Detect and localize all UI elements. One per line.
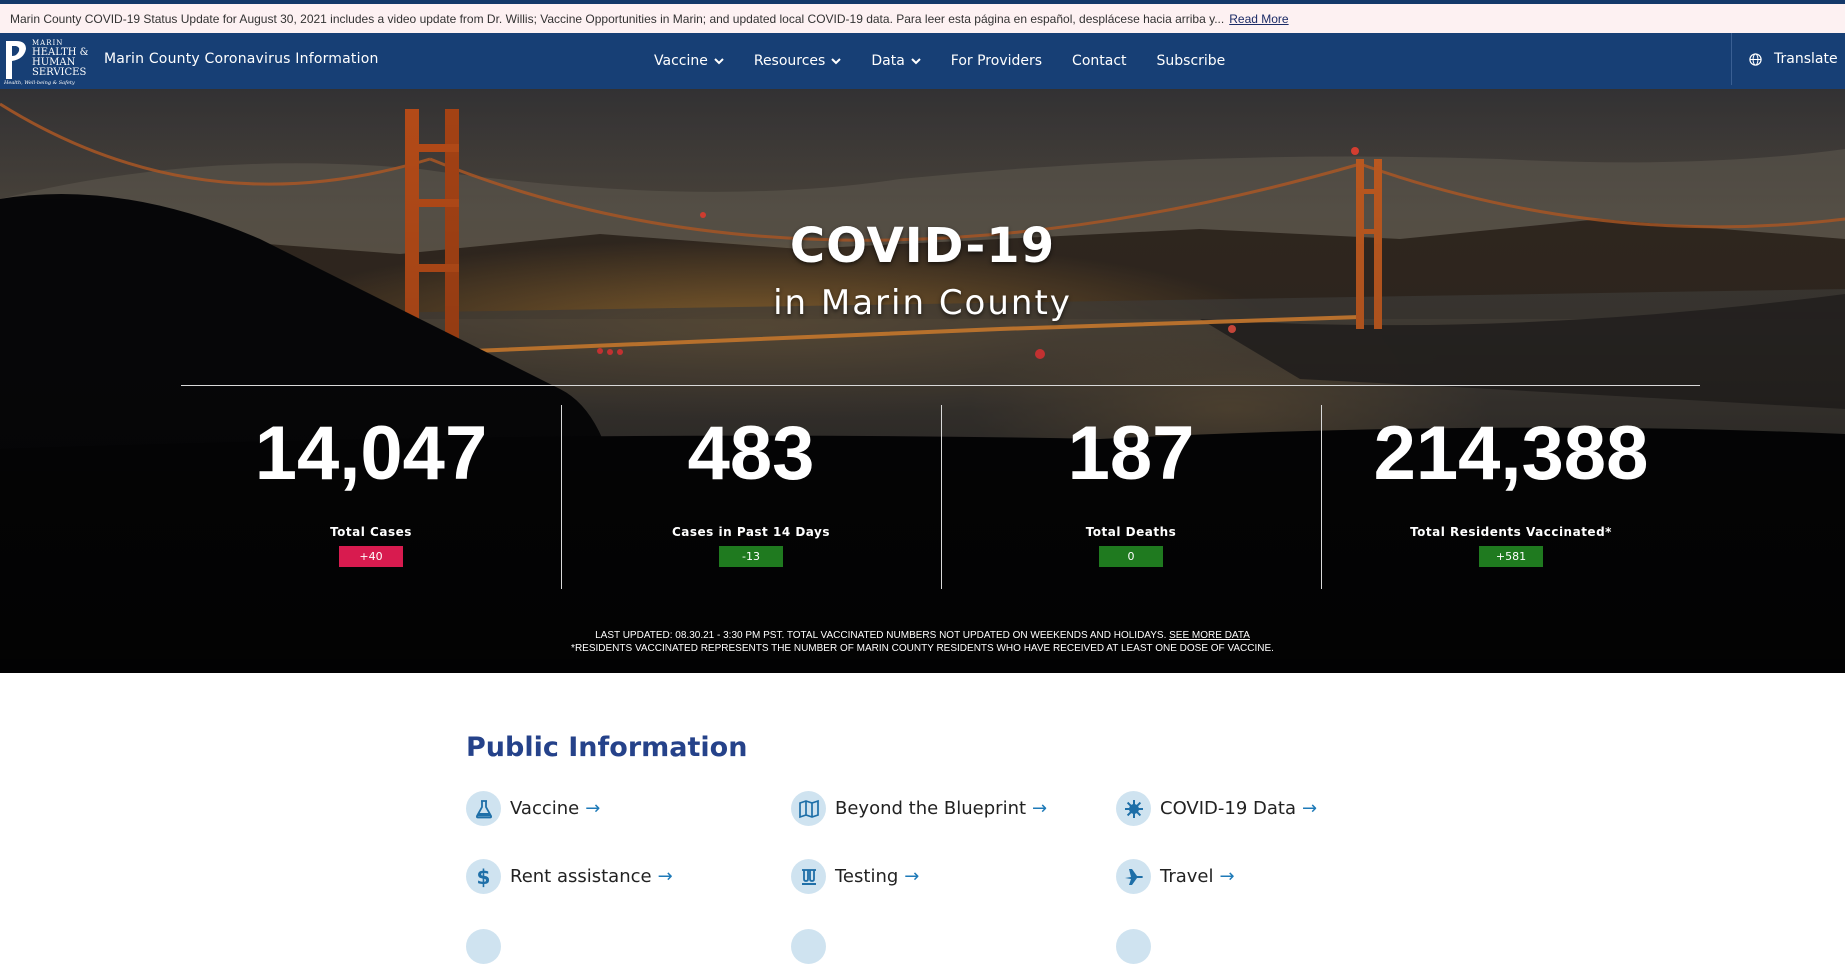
stat-label: Total Deaths: [1085, 525, 1177, 539]
arrow-right-icon: →: [1219, 866, 1235, 887]
nav-subscribe-label: Subscribe: [1156, 53, 1226, 69]
link-label: Beyond the Blueprint: [835, 798, 1027, 819]
nav-resources[interactable]: Resources: [754, 53, 842, 69]
chevron-down-icon: [911, 58, 921, 65]
link-beyond-the-blueprint[interactable]: Beyond the Blueprint →: [791, 791, 1047, 826]
link-label: Travel: [1160, 866, 1214, 887]
stat-total-deaths: 187 Total Deaths 0: [941, 405, 1321, 595]
link-label: COVID-19 Data: [1160, 798, 1297, 819]
stat-value: 14,047: [254, 411, 488, 496]
partial-link-icon: [466, 929, 501, 964]
last-updated-text: LAST UPDATED: 08.30.21 - 3:30 PM PST. TO…: [595, 630, 1167, 641]
plane-icon: [1116, 859, 1151, 894]
link-label: Testing: [835, 866, 899, 887]
main-menu: Vaccine Resources Data For Providers Con…: [654, 33, 1255, 89]
link-testing[interactable]: Testing →: [791, 859, 919, 894]
top-nav: MARIN HEALTH & HUMAN SERVICES Health, We…: [0, 33, 1845, 89]
svg-text:SERVICES: SERVICES: [32, 67, 86, 78]
link-label: Vaccine: [510, 798, 580, 819]
nav-for-providers-label: For Providers: [950, 53, 1043, 69]
nav-data-label: Data: [871, 53, 905, 69]
stat-label: Total Residents Vaccinated*: [1410, 525, 1612, 539]
see-more-data-link[interactable]: SEE MORE DATA: [1169, 630, 1250, 641]
flask-icon: [466, 791, 501, 826]
link-rent-assistance[interactable]: $ Rent assistance →: [466, 859, 673, 894]
stat-change-badge: -13: [719, 546, 783, 567]
stat-change-badge: +581: [1479, 546, 1543, 567]
vaccinated-footnote: *RESIDENTS VACCINATED REPRESENTS THE NUM…: [571, 643, 1274, 654]
link-label: Rent assistance: [510, 866, 652, 887]
stat-value: 483: [687, 411, 815, 496]
nav-vaccine[interactable]: Vaccine: [654, 53, 724, 69]
link-covid-19-data[interactable]: COVID-19 Data →: [1116, 791, 1317, 826]
map-icon: [791, 791, 826, 826]
arrow-right-icon: →: [585, 798, 601, 819]
nav-data[interactable]: Data: [871, 53, 921, 69]
stat-residents-vaccinated: 214,388 Total Residents Vaccinated* +581: [1321, 405, 1701, 595]
stat-change-badge: +40: [339, 546, 403, 567]
stat-label: Cases in Past 14 Days: [672, 525, 830, 539]
read-more-link[interactable]: Read More: [1229, 12, 1288, 26]
stat-label: Total Cases: [330, 525, 412, 539]
translate-label: Translate: [1774, 51, 1838, 67]
nav-contact[interactable]: Contact: [1072, 53, 1126, 69]
stat-cases-14-days: 483 Cases in Past 14 Days -13: [561, 405, 941, 595]
virus-icon: [1116, 791, 1151, 826]
partial-link-icon: [791, 929, 826, 964]
hero-notes: LAST UPDATED: 08.30.21 - 3:30 PM PST. TO…: [0, 629, 1845, 655]
last-updated-note: LAST UPDATED: 08.30.21 - 3:30 PM PST. TO…: [0, 629, 1845, 642]
public-information-heading: Public Information: [466, 732, 748, 763]
stat-change-badge: 0: [1099, 546, 1163, 567]
stat-value: 214,388: [1373, 411, 1649, 496]
nav-contact-label: Contact: [1072, 53, 1127, 69]
alert-banner: Marin County COVID-19 Status Update for …: [0, 4, 1845, 33]
translate-button[interactable]: Translate: [1731, 33, 1845, 85]
hero-title: COVID-19: [789, 218, 1056, 274]
chevron-down-icon: [831, 58, 842, 65]
link-travel[interactable]: Travel →: [1116, 859, 1235, 894]
arrow-right-icon: →: [657, 866, 673, 887]
nav-for-providers[interactable]: For Providers: [951, 53, 1042, 69]
arrow-right-icon: →: [1302, 798, 1318, 819]
stat-value: 187: [1067, 411, 1195, 496]
nav-subscribe[interactable]: Subscribe: [1157, 53, 1226, 69]
hero-section: COVID-19 in Marin County 14,047 Total Ca…: [0, 89, 1845, 673]
arrow-right-icon: →: [1032, 798, 1048, 819]
hero-divider: [181, 385, 1700, 386]
stat-total-cases: 14,047 Total Cases +40: [181, 405, 561, 595]
marin-hhs-logo[interactable]: MARIN HEALTH & HUMAN SERVICES Health, We…: [2, 35, 89, 86]
svg-text:MARIN: MARIN: [32, 39, 63, 47]
link-vaccine[interactable]: Vaccine →: [466, 791, 600, 826]
svg-text:Health, Well-being & Safety: Health, Well-being & Safety: [3, 80, 75, 85]
dollar-icon: $: [466, 859, 501, 894]
site-title[interactable]: Marin County Coronavirus Information: [104, 33, 379, 89]
arrow-right-icon: →: [904, 866, 920, 887]
nav-resources-label: Resources: [753, 53, 826, 69]
hero-subtitle: in Marin County: [773, 283, 1072, 323]
partial-link-icon: [1116, 929, 1151, 964]
alert-text: Marin County COVID-19 Status Update for …: [10, 11, 1225, 26]
test-tubes-icon: [791, 859, 826, 894]
chevron-down-icon: [714, 58, 724, 65]
nav-vaccine-label: Vaccine: [654, 53, 708, 69]
globe-icon: [1749, 52, 1762, 66]
